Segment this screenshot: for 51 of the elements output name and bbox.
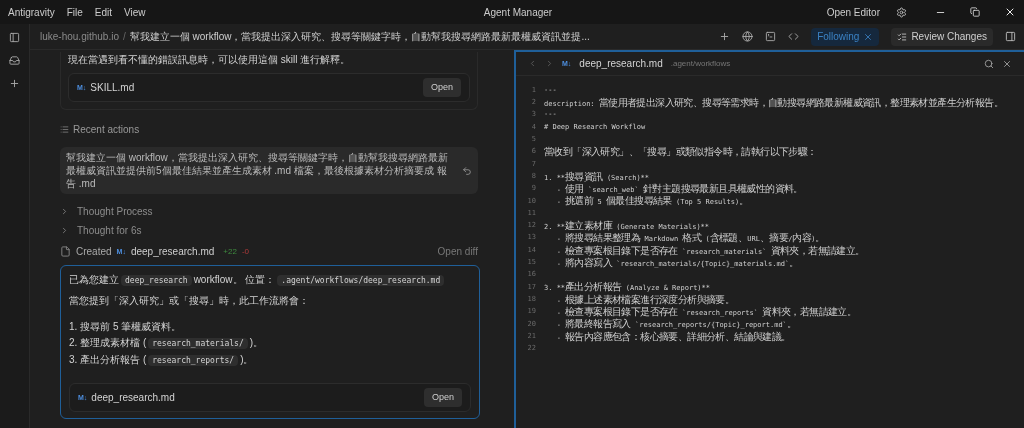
removed-count: -0 [241, 245, 249, 258]
sidebar-toggle-icon[interactable] [9, 32, 20, 43]
menu-item[interactable]: File [66, 4, 83, 20]
window-title: Agent Manager [482, 5, 554, 20]
open-diff-link[interactable]: Open diff [437, 244, 478, 259]
code-line: 當收到「深入研究」、「搜尋」或類似指令時，請執行以下步驟： [544, 145, 817, 160]
add-icon[interactable] [719, 31, 731, 42]
list-item: 1. 搜尋前 5 筆權威資料。 [69, 320, 183, 334]
close-icon[interactable] [1004, 6, 1016, 18]
open-button[interactable]: Open [422, 77, 461, 98]
response-text: 已為您建立 deep_research workflow。 位置： .agent/workflows/deep_research.md [69, 272, 471, 289]
panel-toggle-icon[interactable] [1005, 31, 1016, 42]
file-name[interactable]: deep_research.md [91, 390, 175, 405]
section-title[interactable]: Recent actions [73, 122, 140, 137]
list-icon [60, 125, 69, 134]
code-icon[interactable] [788, 31, 800, 42]
menu-item[interactable]: Antigravity [8, 4, 55, 20]
menu-item[interactable]: View [124, 4, 146, 20]
terminal-icon[interactable] [765, 31, 777, 42]
inbox-icon[interactable] [9, 55, 20, 66]
file-icon [60, 246, 71, 257]
review-changes-button[interactable]: Review Changes [891, 27, 993, 46]
settings-icon[interactable] [896, 6, 907, 18]
add-icon[interactable] [9, 78, 20, 89]
checklist-icon [897, 31, 908, 42]
breadcrumb-separator: / [122, 30, 126, 44]
undo-icon[interactable] [462, 165, 472, 176]
breadcrumb-repo[interactable]: luke-hou.github.io [40, 29, 119, 44]
restore-icon[interactable] [970, 7, 980, 17]
added-count: +22 [223, 245, 237, 258]
editor-file-name: deep_research.md [579, 57, 663, 71]
created-label: Created [76, 245, 112, 259]
thought-toggle[interactable]: Thought for 6s [60, 223, 508, 238]
search-icon[interactable] [984, 58, 994, 69]
chevron-icon [60, 226, 69, 235]
request-text: 幫我建立一個 workflow，當我提出深入研究、搜尋等關鍵字時，自動幫我搜尋網路最新最權威資訊並提供前5個最佳結果並產生成素材 .md 檔案，最後根據素材分析摘要成 報告 .md [66, 151, 449, 190]
chevron-icon [60, 207, 69, 216]
open-button[interactable]: Open [423, 387, 462, 408]
list-item: 2. 整理成素材檔 ( research_materials/ )。 [69, 336, 265, 351]
breadcrumb-task: 幫我建立一個 workflow，當我提出深入研究、搜尋等關鍵字時，自動幫我搜尋網路最新最權威資訊並提... [129, 30, 590, 44]
open-editor-button[interactable]: Open Editor [826, 4, 880, 20]
menu-item[interactable]: Edit [94, 4, 113, 20]
editor-file-path: .agent/workflows [670, 57, 731, 70]
response-text: 當您提到「深入研究」或「搜尋」時，此工作流將會： [69, 294, 310, 308]
globe-icon[interactable] [742, 31, 754, 42]
list-item: 3. 產出分析報告 ( research_reports/ )。 [69, 353, 255, 368]
message-text: 現在當遇到看不懂的錯誤訊息時，可以使用這個 skill 進行解釋。 [68, 53, 352, 67]
thought-toggle[interactable]: Thought Process [60, 204, 508, 219]
file-name[interactable]: SKILL.md [90, 80, 135, 95]
following-button[interactable]: Following [811, 27, 880, 46]
created-file[interactable]: deep_research.md [130, 244, 215, 259]
